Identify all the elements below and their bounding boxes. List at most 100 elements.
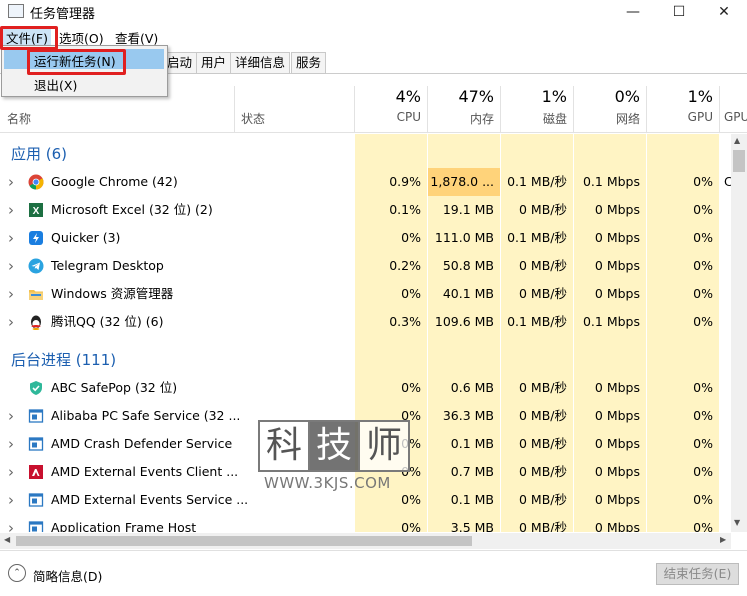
watermark-url: WWW.3KJS.COM — [264, 474, 391, 492]
process-name: Telegram Desktop — [51, 258, 164, 273]
watermark-char: 科 — [258, 420, 310, 472]
group-header-background[interactable]: 后台进程 (111) — [11, 349, 116, 370]
col-gpu-header[interactable]: GPU — [647, 110, 713, 124]
expand-chevron-icon[interactable]: › — [8, 196, 14, 224]
chrome-icon — [28, 174, 44, 190]
mem-percent: 47% — [458, 87, 494, 106]
cell-mem: 109.6 MB — [434, 314, 494, 329]
cell-net: 0.1 Mbps — [582, 314, 640, 329]
cell-cpu: 0% — [401, 380, 421, 395]
minimize-button[interactable]: — — [610, 0, 656, 24]
cell-gpu: 0% — [693, 314, 713, 329]
expand-chevron-icon[interactable]: › — [8, 308, 14, 336]
scroll-down-icon[interactable]: ▼ — [734, 518, 740, 527]
cell-gpu: 0% — [693, 202, 713, 217]
watermark-char: 师 — [358, 420, 410, 472]
fewer-details-link[interactable]: 简略信息(D) — [33, 566, 102, 585]
bg-row[interactable]: › Application Frame Host 0% 3.5 MB 0 MB/秒 0 M… — [0, 514, 720, 532]
cell-disk: 0 MB/秒 — [519, 436, 567, 451]
maximize-button[interactable]: ☐ — [656, 0, 702, 24]
cell-gpu: 0% — [693, 286, 713, 301]
app-row[interactable]: › Quicker (3) 0% 111.0 MB 0.1 MB/秒 0 Mbps 0% — [0, 224, 720, 252]
expand-chevron-icon[interactable]: › — [8, 430, 14, 458]
cell-gpu: 0% — [693, 520, 713, 532]
tab-services[interactable]: 服务 — [291, 52, 327, 74]
vertical-scroll-thumb[interactable] — [733, 150, 745, 172]
process-name: Quicker (3) — [51, 230, 121, 245]
app-row[interactable]: › Telegram Desktop 0.2% 50.8 MB 0 MB/秒 0 Mbps… — [0, 252, 720, 280]
bg-row[interactable]: ABC SafePop (32 位) 0% 0.6 MB 0 MB/秒 0 Mbps 0% — [0, 374, 720, 402]
vertical-scrollbar[interactable]: ▲ ▼ — [731, 134, 747, 532]
col-mem-header[interactable]: 内存 — [428, 110, 494, 127]
shield-icon — [28, 380, 44, 396]
amd-icon — [28, 464, 44, 480]
cell-disk: 0 MB/秒 — [519, 258, 567, 273]
process-name: AMD External Events Service ... — [51, 492, 249, 507]
chevron-up-icon[interactable]: ⌃ — [8, 564, 26, 582]
process-name: Microsoft Excel (32 位) (2) — [51, 202, 213, 217]
expand-chevron-icon[interactable]: › — [8, 224, 14, 252]
cell-disk: 0 MB/秒 — [519, 520, 567, 532]
process-name: Application Frame Host — [51, 520, 197, 532]
cell-net: 0 Mbps — [594, 230, 640, 245]
cell-disk: 0 MB/秒 — [519, 492, 567, 507]
cell-net: 0 Mbps — [594, 492, 640, 507]
col-status-header[interactable]: 状态 — [241, 110, 265, 127]
expand-chevron-icon[interactable]: › — [8, 402, 14, 430]
col-disk-header[interactable]: 磁盘 — [501, 110, 567, 127]
cell-disk: 0.1 MB/秒 — [507, 174, 567, 189]
qq-icon — [28, 314, 44, 330]
end-task-button[interactable]: 结束任务(E) — [656, 563, 739, 585]
scroll-left-icon[interactable]: ◀ — [4, 535, 10, 544]
app-row[interactable]: › Google Chrome (42) 0.9% 1,878.0 ... 0.1 MB… — [0, 168, 731, 196]
horizontal-scroll-thumb[interactable] — [16, 536, 472, 546]
service-icon — [28, 436, 44, 452]
net-percent: 0% — [614, 87, 640, 106]
service-icon — [28, 492, 44, 508]
cell-mem: 3.5 MB — [450, 520, 494, 532]
cell-mem: 0.1 MB — [450, 436, 494, 451]
menu-exit[interactable]: 退出(X) — [34, 75, 77, 94]
cell-disk: 0 MB/秒 — [519, 408, 567, 423]
cell-cpu: 0.9% — [389, 174, 421, 189]
cell-cpu: 0.2% — [389, 258, 421, 273]
cell-net: 0 Mbps — [594, 436, 640, 451]
expand-chevron-icon[interactable]: › — [8, 486, 14, 514]
cell-gpu: 0% — [693, 464, 713, 479]
run-new-task-highlight — [27, 49, 126, 75]
file-menu-highlight — [0, 26, 58, 50]
expand-chevron-icon[interactable]: › — [8, 458, 14, 486]
service-icon — [28, 408, 44, 424]
app-row[interactable]: › 腾讯QQ (32 位) (6) 0.3% 109.6 MB 0.1 MB/秒 0.1 … — [0, 308, 720, 336]
horizontal-scrollbar[interactable]: ◀ ▶ — [0, 533, 731, 549]
app-row[interactable]: › Windows 资源管理器 0% 40.1 MB 0 MB/秒 0 Mbps 0% — [0, 280, 720, 308]
menu-bar: 文件(F) 选项(O) 查看(V) — [0, 26, 747, 47]
expand-chevron-icon[interactable]: › — [8, 168, 14, 196]
cell-cpu: 0% — [401, 520, 421, 532]
scroll-up-icon[interactable]: ▲ — [734, 136, 740, 145]
cell-cpu: 0.1% — [389, 202, 421, 217]
tab-details[interactable]: 详细信息 — [230, 52, 291, 74]
group-header-apps[interactable]: 应用 (6) — [11, 143, 67, 164]
tab-users[interactable]: 用户 — [196, 52, 232, 74]
close-button[interactable]: ✕ — [701, 0, 747, 24]
expand-chevron-icon[interactable]: › — [8, 280, 14, 308]
app-row[interactable]: › X Microsoft Excel (32 位) (2) 0.1% 19.1 MB 0… — [0, 196, 720, 224]
cell-mem: 50.8 MB — [442, 258, 494, 273]
col-name-header[interactable]: 名称 — [7, 110, 31, 127]
scroll-right-icon[interactable]: ▶ — [720, 535, 726, 544]
col-gpu-engine-header[interactable]: GPU — [724, 110, 747, 124]
cell-mem: 1,878.0 ... — [428, 168, 500, 196]
cell-gpu: 0% — [693, 380, 713, 395]
process-table: 应用 (6) › Google Chrome (42) 0.9% 1,878.0 ..… — [0, 134, 731, 532]
cell-net: 0 Mbps — [594, 408, 640, 423]
expand-chevron-icon[interactable]: › — [8, 514, 14, 532]
cell-gpu: 0% — [693, 436, 713, 451]
telegram-icon — [28, 258, 44, 274]
cell-mem: 36.3 MB — [442, 408, 494, 423]
process-name: AMD Crash Defender Service — [51, 436, 233, 451]
expand-chevron-icon[interactable]: › — [8, 252, 14, 280]
process-name: 腾讯QQ (32 位) (6) — [51, 314, 164, 329]
col-cpu-header[interactable]: CPU — [355, 110, 421, 124]
col-net-header[interactable]: 网络 — [574, 110, 640, 127]
